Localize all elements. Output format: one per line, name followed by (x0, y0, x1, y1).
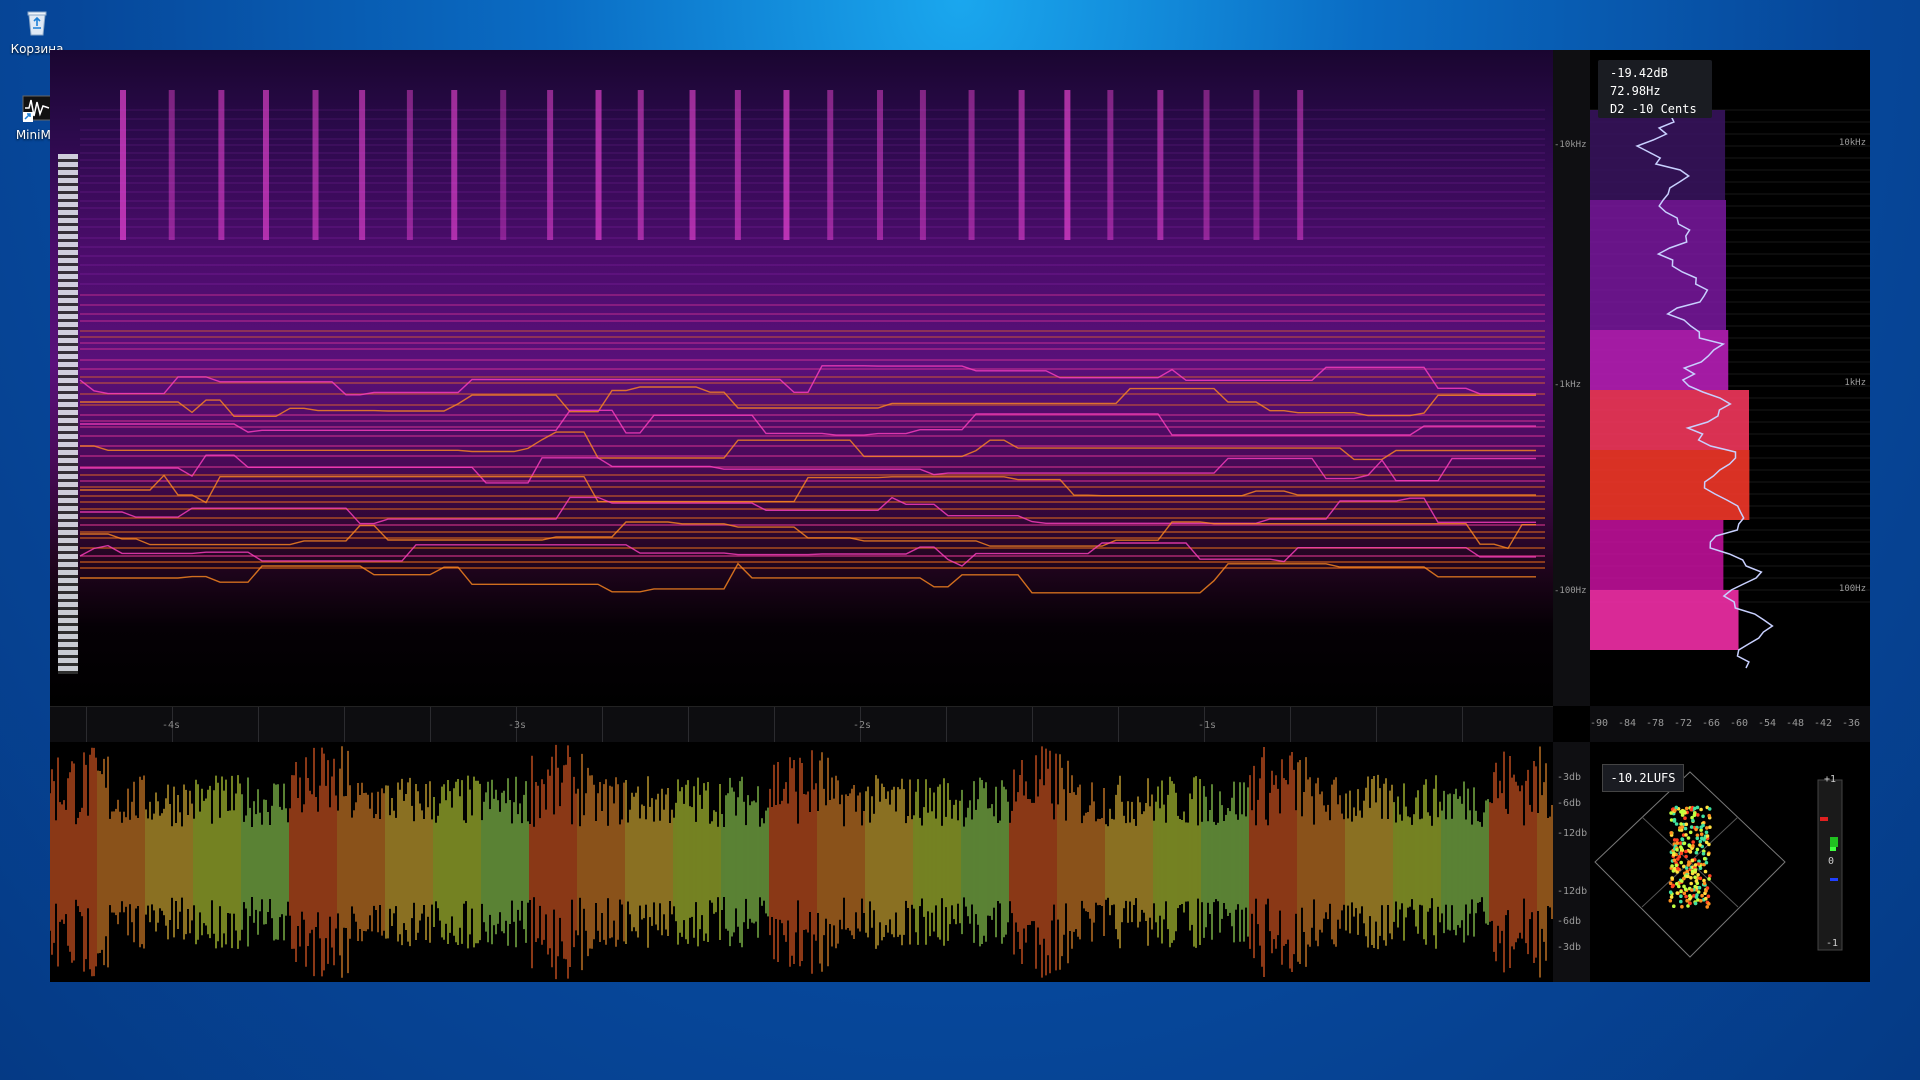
spectrum-db-axis: -90 -84 -78 -72 -66 -60 -54 -48 -42 -36 (1590, 706, 1870, 742)
db-tick: -54 (1758, 718, 1777, 729)
waveform-view[interactable] (50, 742, 1553, 982)
freq-label-100: -100Hz (1554, 586, 1587, 596)
time-axis: -4s -3s -2s -1s (50, 706, 1553, 743)
time-label-2s: -2s (853, 720, 872, 731)
recycle-bin-icon (21, 6, 53, 38)
wave-label: -3db (1557, 942, 1582, 953)
wave-label: -6db (1557, 916, 1582, 927)
wave-label: -6db (1557, 798, 1582, 809)
spectrum-freq-10k: 10kHz (1838, 138, 1866, 148)
db-tick: -90 (1590, 718, 1609, 729)
db-tick: -42 (1814, 718, 1833, 729)
freq-label-10k: -10kHz (1554, 140, 1587, 150)
db-tick: -84 (1618, 718, 1637, 729)
frequency-scale: -10kHz -1kHz -100Hz (1553, 50, 1590, 706)
time-label-3s: -3s (508, 720, 527, 731)
spectrum-panel[interactable]: 10kHz 1kHz 100Hz (1590, 50, 1870, 706)
wave-label: -3db (1557, 772, 1582, 783)
waveform-graph (50, 744, 1553, 980)
db-tick: -72 (1674, 718, 1693, 729)
time-label-1s: -1s (1198, 720, 1217, 731)
readout-frequency: 72.98Hz (1610, 84, 1661, 98)
spectrum-graph (1590, 109, 1870, 669)
spectrum-freq-1k: 1kHz (1844, 378, 1866, 388)
waveform-app-icon (21, 92, 53, 124)
wave-label: -12db (1557, 828, 1588, 839)
db-tick: -36 (1842, 718, 1861, 729)
desktop-icon-recycle-bin[interactable]: Корзина (2, 6, 72, 56)
waveform-db-scale: -3db -6db -12db -12db -6db -3db (1553, 742, 1590, 982)
spectrum-freq-100: 100Hz (1838, 584, 1866, 594)
audio-analyzer-window: -10kHz -1kHz -100Hz 10kHz 1kHz 100Hz -19… (50, 50, 1870, 982)
wave-label: -12db (1557, 886, 1588, 897)
piano-keyboard[interactable] (58, 154, 78, 674)
spectrogram-traces (79, 90, 1545, 594)
readout-level: -19.42dB (1610, 66, 1668, 80)
db-tick: -66 (1702, 718, 1721, 729)
time-label-4s: -4s (162, 720, 181, 731)
cursor-readout: -19.42dB 72.98Hz D2 -10 Cents (1598, 60, 1712, 118)
correlation-minus-one: -1 (1826, 938, 1839, 949)
readout-note: D2 -10 Cents (1610, 102, 1697, 116)
correlation-zero: 0 (1828, 856, 1835, 867)
db-tick: -48 (1786, 718, 1805, 729)
db-tick: -78 (1646, 718, 1665, 729)
lufs-meter: -10.2LUFS (1602, 764, 1684, 792)
db-tick: -60 (1730, 718, 1749, 729)
freq-label-1k: -1kHz (1554, 380, 1582, 390)
correlation-plus-one: +1 (1824, 774, 1837, 785)
spectrogram[interactable] (50, 50, 1553, 706)
